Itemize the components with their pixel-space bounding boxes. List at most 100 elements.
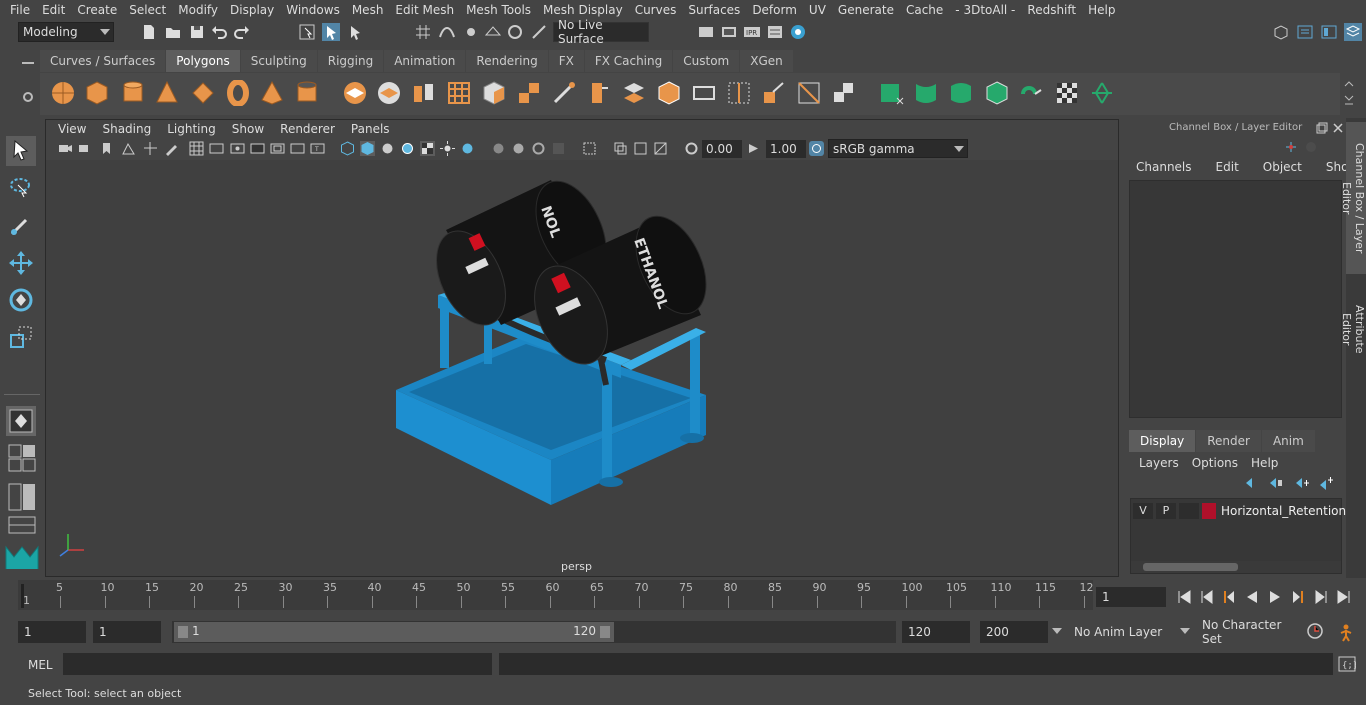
tab-fx-caching[interactable]: FX Caching bbox=[584, 50, 673, 72]
screen-space-ao-icon[interactable] bbox=[491, 141, 506, 156]
character-set-dropdown[interactable]: No Character Set bbox=[1180, 618, 1304, 646]
layer-menu-layers[interactable]: Layers bbox=[1134, 456, 1187, 470]
step-back-icon[interactable] bbox=[1199, 589, 1215, 605]
viewport-menu-shading[interactable]: Shading bbox=[94, 122, 159, 136]
default-material-icon[interactable] bbox=[380, 141, 395, 156]
tab-custom[interactable]: Custom bbox=[673, 50, 740, 72]
toggle-tool-settings-icon[interactable] bbox=[1320, 23, 1338, 41]
script-editor-icon[interactable]: {;} bbox=[1338, 655, 1356, 673]
isolate-select-icon[interactable] bbox=[582, 141, 597, 156]
cb-menu-object[interactable]: Object bbox=[1251, 160, 1314, 174]
uv-spherical-icon[interactable] bbox=[949, 80, 975, 106]
boolean-icon[interactable] bbox=[481, 80, 507, 106]
side-tab-attribute-editor[interactable]: Attribute Editor bbox=[1340, 284, 1366, 374]
menu-deform[interactable]: Deform bbox=[746, 3, 803, 17]
menu-uv[interactable]: UV bbox=[803, 3, 832, 17]
side-by-side-layout-icon[interactable] bbox=[8, 483, 36, 511]
use-all-lights-icon[interactable] bbox=[440, 141, 455, 156]
menu-cache[interactable]: Cache bbox=[900, 3, 949, 17]
render-view-icon[interactable] bbox=[697, 23, 715, 41]
toggle-attribute-editor-icon[interactable] bbox=[1296, 23, 1314, 41]
color-management-icon[interactable] bbox=[809, 141, 824, 156]
exposure-icon[interactable] bbox=[684, 141, 699, 156]
grid-toggle-icon[interactable] bbox=[189, 141, 204, 156]
ipr-render-icon[interactable]: IPR bbox=[743, 23, 761, 41]
snap-curve-icon[interactable] bbox=[438, 23, 456, 41]
merge-icon[interactable] bbox=[761, 80, 787, 106]
cb-menu-edit[interactable]: Edit bbox=[1204, 160, 1251, 174]
field-chart-icon[interactable] bbox=[270, 141, 285, 156]
anim-layer-dropdown[interactable]: No Anim Layer bbox=[1052, 621, 1178, 643]
tab-curves-surfaces[interactable]: Curves / Surfaces bbox=[40, 50, 166, 72]
tab-rendering[interactable]: Rendering bbox=[466, 50, 548, 72]
layer-menu-options[interactable]: Options bbox=[1187, 456, 1246, 470]
safe-title-icon[interactable]: T bbox=[310, 141, 325, 156]
layer-visibility-toggle[interactable]: V bbox=[1133, 503, 1153, 519]
step-back-key-icon[interactable] bbox=[1221, 589, 1237, 605]
extrude-icon[interactable] bbox=[586, 80, 612, 106]
camera-select-icon[interactable] bbox=[58, 141, 73, 156]
uv-cylindrical-icon[interactable] bbox=[914, 80, 940, 106]
layer-menu-help[interactable]: Help bbox=[1246, 456, 1286, 470]
tab-sculpting[interactable]: Sculpting bbox=[240, 50, 317, 72]
exposure-field[interactable]: 0.00 bbox=[702, 140, 742, 158]
paint-select-tool-icon[interactable] bbox=[6, 210, 36, 240]
menu-mesh-display[interactable]: Mesh Display bbox=[537, 3, 629, 17]
snap-point-icon[interactable] bbox=[462, 23, 480, 41]
single-perspective-layout-icon[interactable] bbox=[6, 406, 36, 436]
mirror-icon[interactable] bbox=[516, 80, 542, 106]
menu-create[interactable]: Create bbox=[71, 3, 123, 17]
uv-automatic-icon[interactable] bbox=[984, 80, 1010, 106]
uv-planar-icon[interactable] bbox=[879, 80, 905, 106]
gear-icon[interactable] bbox=[21, 90, 35, 104]
cb-menu-channels[interactable]: Channels bbox=[1124, 160, 1204, 174]
uv-checker-icon[interactable] bbox=[1054, 80, 1080, 106]
auto-key-icon[interactable] bbox=[1306, 622, 1324, 640]
tab-polygons[interactable]: Polygons bbox=[166, 50, 240, 72]
menu-curves[interactable]: Curves bbox=[629, 3, 683, 17]
command-language-label[interactable]: MEL bbox=[28, 658, 53, 672]
lasso-tool-icon[interactable] bbox=[6, 173, 36, 203]
tab-fx[interactable]: FX bbox=[548, 50, 584, 72]
smooth-icon[interactable] bbox=[446, 80, 472, 106]
side-tab-channel-box[interactable]: Channel Box / Layer Editor bbox=[1340, 122, 1366, 274]
scale-tool-icon[interactable] bbox=[6, 322, 36, 352]
animation-start-field[interactable]: 1 bbox=[18, 621, 86, 643]
playback-end-field[interactable]: 120 bbox=[902, 621, 970, 643]
motion-blur-icon[interactable] bbox=[511, 141, 526, 156]
menu-3dtoall[interactable]: - 3DtoAll - bbox=[949, 3, 1021, 17]
viewport-menu-lighting[interactable]: Lighting bbox=[159, 122, 224, 136]
select-hierarchy-icon[interactable] bbox=[298, 23, 316, 41]
shadows-icon[interactable] bbox=[460, 141, 475, 156]
time-slider[interactable]: 1 5 10 15 20 25 30 35 40 45 50 55 60 65 70 75 80 85 90 95 10… bbox=[0, 580, 1366, 614]
poly-torus-icon[interactable] bbox=[225, 80, 251, 106]
append-polygon-icon[interactable] bbox=[691, 80, 717, 106]
layer-color-swatch[interactable] bbox=[1202, 503, 1216, 519]
menu-redshift[interactable]: Redshift bbox=[1021, 3, 1082, 17]
play-backwards-icon[interactable] bbox=[1244, 589, 1260, 605]
2d-pan-zoom-icon[interactable] bbox=[143, 141, 158, 156]
bridge-icon[interactable] bbox=[621, 80, 647, 106]
menu-edit-mesh[interactable]: Edit Mesh bbox=[389, 3, 460, 17]
new-scene-icon[interactable] bbox=[140, 23, 158, 41]
tab-animation[interactable]: Animation bbox=[384, 50, 466, 72]
tab-display[interactable]: Display bbox=[1129, 430, 1196, 452]
poly-pyramid-icon[interactable] bbox=[259, 80, 285, 106]
command-input[interactable] bbox=[63, 653, 492, 675]
close-icon[interactable] bbox=[1332, 122, 1344, 134]
layer-playback-toggle[interactable]: P bbox=[1156, 503, 1176, 519]
layer-type-toggle[interactable] bbox=[1179, 503, 1199, 519]
snap-grid-icon[interactable] bbox=[414, 23, 432, 41]
snap-edge-icon[interactable] bbox=[530, 23, 548, 41]
hypershade-icon[interactable] bbox=[789, 23, 807, 41]
tab-render[interactable]: Render bbox=[1196, 430, 1261, 452]
layer-list-scrollbar[interactable] bbox=[1131, 561, 1341, 573]
range-slider-track[interactable]: 1 120 bbox=[172, 621, 896, 643]
move-tool-icon[interactable] bbox=[6, 248, 36, 278]
poly-cylinder-icon[interactable] bbox=[120, 80, 146, 106]
float-panel-icon[interactable] bbox=[1316, 122, 1328, 134]
menu-mesh[interactable]: Mesh bbox=[346, 3, 390, 17]
current-frame-field[interactable]: 1 bbox=[1096, 587, 1166, 607]
play-forwards-icon[interactable] bbox=[1267, 589, 1283, 605]
move-layer-down-icon[interactable] bbox=[1268, 476, 1284, 490]
